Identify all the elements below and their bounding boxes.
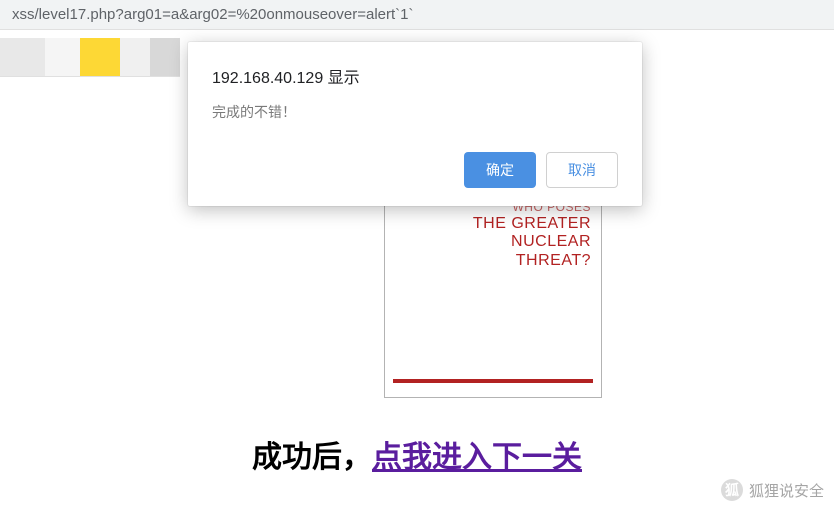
ok-button[interactable]: 确定: [464, 152, 536, 188]
dialog-message: 完成的不错！: [212, 102, 618, 122]
watermark-text: 狐狸说安全: [749, 480, 824, 501]
watermark-icon: 狐: [721, 479, 743, 501]
divider: [0, 76, 180, 77]
url-bar[interactable]: xss/level17.php?arg01=a&arg02=%20onmouse…: [0, 0, 834, 30]
flash-underline: [393, 379, 593, 383]
flash-embed[interactable]: WHO POSES THE GREATER NUCLEAR THREAT?: [384, 198, 602, 398]
alert-dialog: 192.168.40.129 显示 完成的不错！ 确定 取消: [188, 42, 642, 206]
dialog-buttons: 确定 取消: [212, 152, 618, 188]
next-level-link[interactable]: 点我进入下一关: [372, 441, 582, 474]
cancel-button[interactable]: 取消: [546, 152, 618, 188]
watermark: 狐 狐狸说安全: [721, 479, 824, 501]
blurred-toolbar: [0, 38, 180, 76]
bottom-prefix: 成功后，: [252, 441, 372, 474]
flash-text: WHO POSES THE GREATER NUCLEAR THREAT?: [473, 201, 591, 270]
dialog-title: 192.168.40.129 显示: [212, 64, 618, 88]
bottom-text: 成功后，点我进入下一关: [0, 432, 834, 476]
